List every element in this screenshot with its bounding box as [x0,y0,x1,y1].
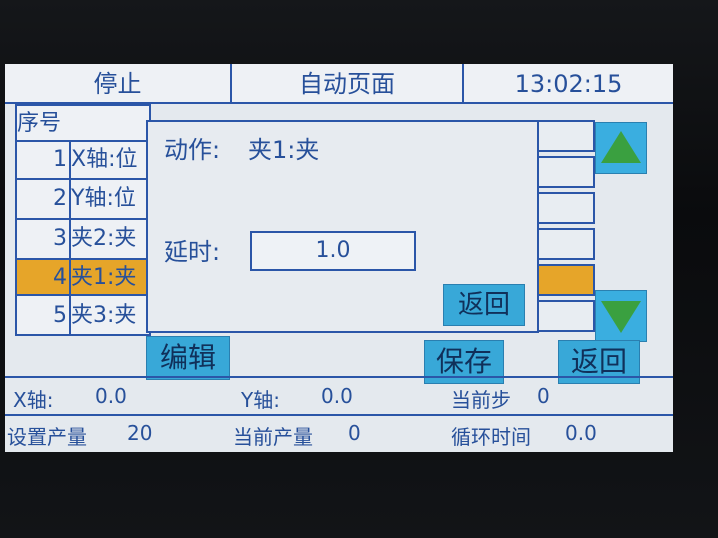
y-axis-label: Y轴: [241,388,280,412]
delay-label: 延时: [164,238,221,266]
row-number: 5 [53,303,67,328]
step-edit-dialog: 动作: 夹1:夹 延时: 1.0 返回 [146,120,539,333]
row-number: 3 [53,226,67,251]
set-output-label: 设置产量 [7,425,87,449]
current-output-value: 0 [348,421,361,445]
row-action: 夹2:夹 [71,226,137,251]
cycle-time-label: 循环时间 [451,425,531,449]
scroll-down-button[interactable] [595,290,647,342]
status-divider [5,376,673,378]
action-label: 动作: [164,136,221,164]
row-number: 4 [53,265,67,290]
slot-cell [537,120,595,152]
slot-cell [537,228,595,260]
x-axis-label: X轴: [13,388,54,412]
current-step-value: 0 [537,384,550,408]
clock: 13:02:15 [514,70,623,98]
arrow-down-icon [601,301,641,333]
row-action: 夹3:夹 [71,303,137,328]
action-value: 夹1:夹 [248,136,320,164]
slot-cell [537,156,595,188]
slot-cell [537,300,595,332]
table-divider [15,218,151,220]
status-divider [5,414,673,416]
row-number: 1 [53,147,67,172]
table-header-label: 序号 [17,111,62,136]
current-step-label: 当前步 [451,388,511,412]
scroll-up-button[interactable] [595,122,647,174]
header-bar: 停止 自动页面 13:02:15 [5,64,673,104]
edit-button[interactable]: 编辑 [146,336,230,380]
set-output-value: 20 [127,421,153,445]
arrow-up-icon [601,131,641,163]
delay-input[interactable]: 1.0 [250,231,416,271]
y-axis-value: 0.0 [321,384,353,408]
row-action: Y轴:位 [71,186,136,211]
slot-cell [537,192,595,224]
x-axis-value: 0.0 [95,384,127,408]
table-divider [15,294,151,296]
slot-cell-selected [537,264,595,296]
row-action: 夹1:夹 [71,265,137,290]
table-divider [15,178,151,180]
dialog-back-button[interactable]: 返回 [443,284,525,326]
row-number: 2 [53,186,67,211]
current-output-label: 当前产量 [233,425,313,449]
row-action: X轴:位 [71,147,138,172]
machine-status: 停止 [93,70,142,98]
hmi-screen: 停止 自动页面 13:02:15 序号 1 X轴:位 2 Y轴:位 3 夹2:夹… [5,64,673,452]
cycle-time-value: 0.0 [565,421,597,445]
page-title: 自动页面 [299,70,395,98]
